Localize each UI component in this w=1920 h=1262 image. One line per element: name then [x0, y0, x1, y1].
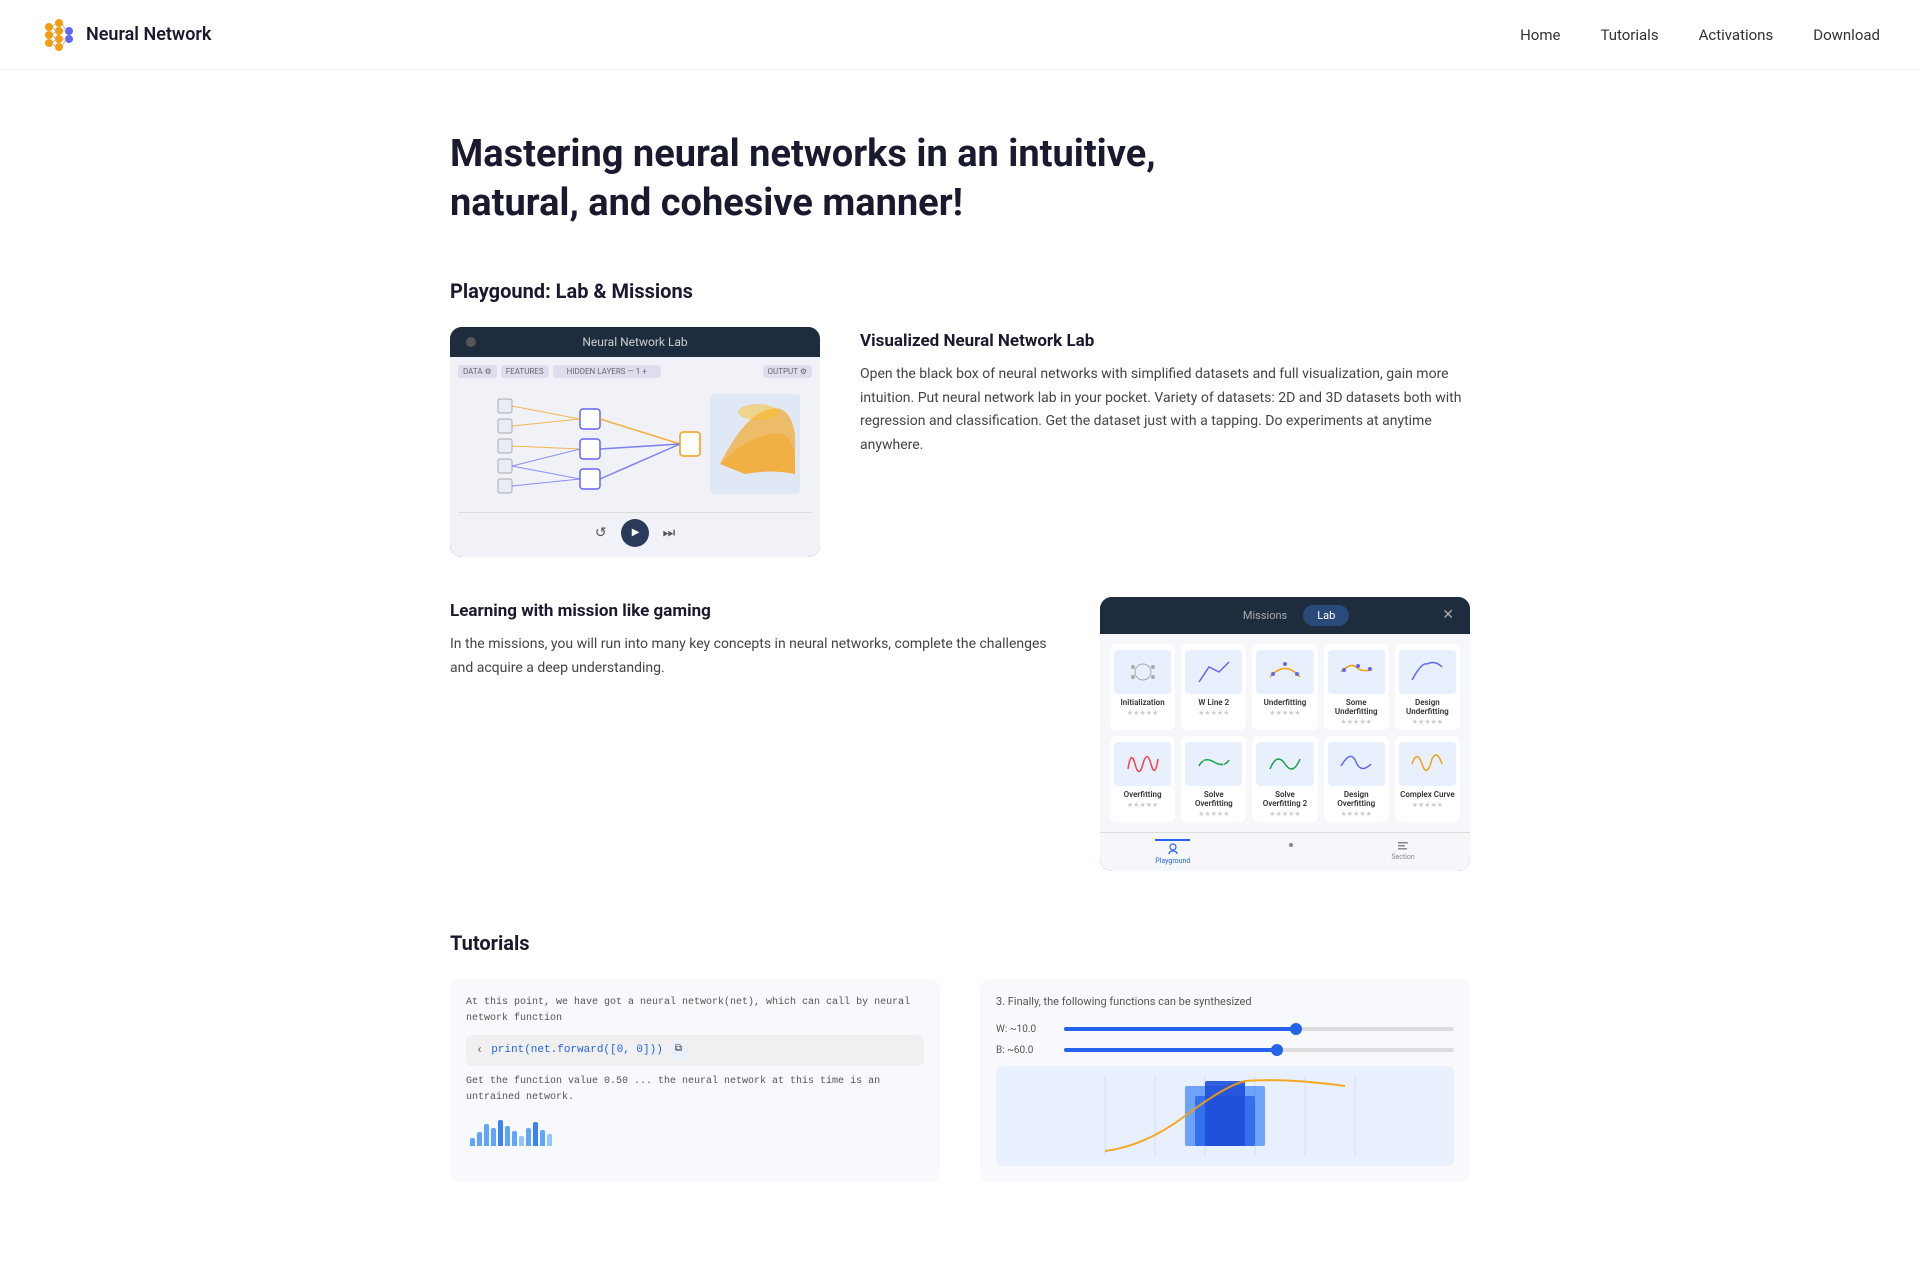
chevron-left-icon: ‹ — [476, 1041, 483, 1060]
slider-b-fill — [1064, 1048, 1279, 1052]
chart-title: 3. Finally, the following functions can … — [996, 995, 1454, 1008]
slider-w-row: W: ~10.0 — [996, 1024, 1454, 1035]
nav-links: Home Tutorials Activations Download — [1520, 26, 1880, 44]
tutorials-section-title: Tutorials — [450, 931, 1470, 955]
wave-visualization — [466, 1116, 924, 1146]
tutorial-code-card: At this point, we have got a neural netw… — [450, 979, 940, 1182]
code-comment: At this point, we have got a neural netw… — [466, 995, 924, 1027]
nav-activations[interactable]: Activations — [1699, 26, 1774, 44]
lab-screen-mock: Neural Network Lab DATA ⚙ FEATURES HIDDE… — [450, 327, 820, 557]
missions-tab-lab[interactable]: Lab — [1303, 605, 1349, 626]
code-desc: Get the function value 0.50 ... the neur… — [466, 1074, 924, 1106]
playground-section-title: Playgound: Lab & Missions — [450, 279, 1470, 303]
missions-topbar: Missions Lab ✕ — [1100, 597, 1470, 634]
bottom-tab-dot — [1285, 839, 1297, 865]
mission-card-underfitting[interactable]: Underfitting ★★★★★ — [1252, 644, 1317, 730]
navbar: Neural Network Home Tutorials Activation… — [0, 0, 1920, 70]
bottom-tab-section[interactable]: Section — [1391, 839, 1414, 865]
missions-tab-missions[interactable]: Missions — [1229, 605, 1301, 626]
slider-w-thumb[interactable] — [1290, 1023, 1302, 1035]
tutorials-row: At this point, we have got a neural netw… — [450, 979, 1470, 1182]
learning-row: Learning with mission like gaming In the… — [450, 597, 1470, 871]
main-content: Mastering neural networks in an intuitiv… — [410, 70, 1510, 1262]
mission-card-design-overfitting[interactable]: Design Overfitting ★★★★★ — [1324, 736, 1389, 822]
missions-grid: Initialization ★★★★★ W Line 2 ★★★★★ — [1100, 634, 1470, 832]
code-line: print(net.forward([0, 0])) — [491, 1042, 663, 1060]
missions-close-icon[interactable]: ✕ — [1442, 607, 1454, 623]
slider-b-row: B: ~60.0 — [996, 1045, 1454, 1056]
logo-container[interactable]: Neural Network — [40, 17, 211, 53]
slider-b-track — [1064, 1048, 1454, 1052]
copy-button[interactable]: ⧉ — [671, 1041, 686, 1059]
play-button[interactable]: ▶ — [621, 519, 649, 547]
lab-topbar-title: Neural Network Lab — [484, 335, 786, 349]
lab-features-label: FEATURES — [501, 365, 549, 378]
nav-title: Neural Network — [86, 24, 211, 45]
slider-w-track — [1064, 1027, 1454, 1031]
missions-tabs: Missions Lab — [1229, 605, 1349, 626]
mission-card-solve-overfitting[interactable]: Solve Overfitting ★★★★★ — [1181, 736, 1246, 822]
slider-w-label: W: ~10.0 — [996, 1024, 1056, 1035]
lab-hidden-label: HIDDEN LAYERS — 1 + — [553, 365, 661, 378]
mission-card-initialization[interactable]: Initialization ★★★★★ — [1110, 644, 1175, 730]
nav-tutorials[interactable]: Tutorials — [1600, 26, 1658, 44]
slider-w-fill — [1064, 1027, 1298, 1031]
mission-card-design-underfitting[interactable]: Design Underfitting ★★★★★ — [1395, 644, 1460, 730]
bottom-tab-playground[interactable]: Playground — [1155, 839, 1190, 865]
slider-b-label: B: ~60.0 — [996, 1045, 1056, 1056]
lab-row: Neural Network Lab DATA ⚙ FEATURES HIDDE… — [450, 327, 1470, 557]
lab-text-panel: Visualized Neural Network Lab Open the b… — [860, 327, 1470, 458]
lab-panel-title: Visualized Neural Network Lab — [860, 331, 1470, 351]
learning-text-panel: Learning with mission like gaming In the… — [450, 597, 1060, 681]
code-snippet: At this point, we have got a neural netw… — [466, 995, 924, 1146]
mission-card-complex-curve[interactable]: Complex Curve ★★★★★ — [1395, 736, 1460, 822]
step-icon[interactable]: ⏭ — [663, 525, 676, 541]
chart-visualization — [996, 1066, 1454, 1166]
lab-output-label: OUTPUT ⚙ — [763, 365, 812, 378]
reset-icon[interactable]: ↺ — [595, 525, 607, 541]
missions-bottom-bar: Playground Section — [1100, 832, 1470, 871]
slider-b-thumb[interactable] — [1271, 1044, 1283, 1056]
network-visualization — [458, 384, 812, 504]
logo-icon — [40, 17, 76, 53]
playground-section: Playgound: Lab & Missions Neural Network… — [450, 279, 1470, 871]
mission-card-overfitting[interactable]: Overfitting ★★★★★ — [1110, 736, 1175, 822]
nav-download[interactable]: Download — [1813, 26, 1880, 44]
lab-topbar: Neural Network Lab — [450, 327, 820, 357]
tutorials-section: Tutorials At this point, we have got a n… — [450, 931, 1470, 1182]
lab-data-label: DATA ⚙ — [458, 365, 497, 378]
tutorial-chart-card: 3. Finally, the following functions can … — [980, 979, 1470, 1182]
hero-title: Mastering neural networks in an intuitiv… — [450, 130, 1230, 229]
nav-home[interactable]: Home — [1520, 26, 1560, 44]
mission-card-wline2[interactable]: W Line 2 ★★★★★ — [1181, 644, 1246, 730]
mission-card-solve-overfitting2[interactable]: Solve Overfitting 2 ★★★★★ — [1252, 736, 1317, 822]
lab-panel-desc: Open the black box of neural networks wi… — [860, 363, 1470, 458]
learning-desc: In the missions, you will run into many … — [450, 633, 1060, 681]
mission-card-some-underfitting[interactable]: Some Underfitting ★★★★★ — [1324, 644, 1389, 730]
missions-screen-mock: Missions Lab ✕ Initialization ★★★★★ — [1100, 597, 1470, 871]
learning-title: Learning with mission like gaming — [450, 601, 1060, 621]
